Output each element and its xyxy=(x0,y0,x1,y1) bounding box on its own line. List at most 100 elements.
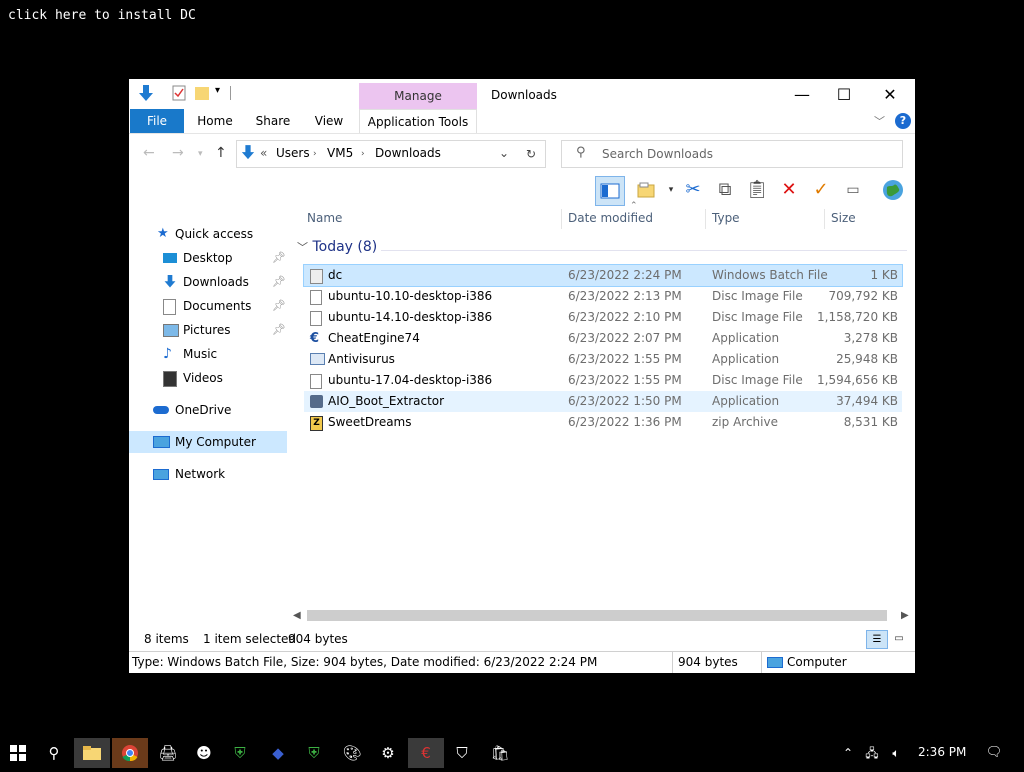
printer-app-icon[interactable]: 🖨︎ xyxy=(150,738,186,768)
up-arrow-icon[interactable]: ↑ xyxy=(215,145,227,161)
file-row-sweetdreams[interactable]: Z SweetDreams 6/23/2022 1:36 PM zip Arch… xyxy=(304,412,902,433)
maximize-button[interactable]: ☐ xyxy=(821,81,867,109)
tab-share[interactable]: Share xyxy=(253,109,293,133)
minimize-button[interactable]: — xyxy=(779,81,825,109)
desktop-install-hint[interactable]: click here to install DC xyxy=(8,8,196,23)
sidebar-item-videos[interactable]: Videos xyxy=(129,367,287,389)
file-explorer-icon[interactable] xyxy=(74,738,110,768)
search-icon[interactable]: ⚲ xyxy=(36,738,72,768)
paste-icon[interactable]: 📋︎ xyxy=(743,176,771,204)
file-size: 8,531 KB xyxy=(843,415,898,429)
pin-icon[interactable]: 📌︎ xyxy=(272,295,286,317)
computer-icon xyxy=(153,436,170,448)
globe-icon[interactable] xyxy=(879,176,907,204)
shield-icon[interactable]: ⛨ xyxy=(222,738,258,768)
gear-icon[interactable]: ⚙ xyxy=(370,738,406,768)
cheatengine-icon: € xyxy=(310,331,320,346)
collapse-chevron-icon[interactable]: ﹀ xyxy=(297,241,308,254)
notifications-icon[interactable]: 🗨︎ xyxy=(976,738,1012,768)
refresh-button[interactable]: ↻ xyxy=(517,140,546,168)
file-name: Antivisurus xyxy=(328,352,395,366)
store-bag-icon[interactable]: 🛍︎ xyxy=(482,738,518,768)
column-divider[interactable] xyxy=(824,209,825,229)
pin-icon[interactable]: 📌︎ xyxy=(272,271,286,293)
address-dropdown-chevron-icon[interactable]: ⌄ xyxy=(499,146,509,160)
breadcrumb-overflow[interactable]: « xyxy=(260,146,267,160)
file-row-cheatengine74[interactable]: € CheatEngine74 6/23/2022 2:07 PM Applic… xyxy=(304,328,902,349)
qat-divider xyxy=(230,86,231,100)
column-header-name[interactable]: Name xyxy=(307,211,342,225)
address-bar[interactable]: « Users › VM5 › Downloads ⌄ xyxy=(236,140,546,168)
close-button[interactable]: ✕ xyxy=(867,81,913,109)
tab-application-tools[interactable]: Application Tools xyxy=(359,109,477,134)
tab-file[interactable]: File xyxy=(130,109,184,133)
sidebar-item-label: My Computer xyxy=(175,435,256,449)
cut-icon[interactable]: ✂ xyxy=(679,176,707,204)
file-row-ubuntu-10-10[interactable]: ubuntu-10.10-desktop-i386 6/23/2022 2:13… xyxy=(304,286,902,307)
column-header-type[interactable]: Type xyxy=(712,211,740,225)
network-icon[interactable]: 🖧︎ xyxy=(860,738,884,768)
column-header-date-modified[interactable]: Date modified xyxy=(568,211,653,225)
virtualbox-icon[interactable]: ◆ xyxy=(260,738,296,768)
expand-ribbon-chevron-icon[interactable]: ﹀ xyxy=(874,113,885,129)
file-row-antivisurus[interactable]: Antivisurus 6/23/2022 1:55 PM Applicatio… xyxy=(304,349,902,370)
volume-icon[interactable]: 🔈︎ xyxy=(884,738,908,768)
sidebar-item-quick-access[interactable]: ★ Quick access xyxy=(129,223,287,245)
file-type: Application xyxy=(712,352,780,366)
forward-arrow-icon[interactable]: → xyxy=(172,145,184,161)
column-divider[interactable] xyxy=(705,209,706,229)
checkmark-icon[interactable]: ✓ xyxy=(807,176,835,204)
copy-icon[interactable]: ⧉ xyxy=(711,176,739,204)
new-folder-icon[interactable] xyxy=(195,85,209,101)
sidebar-item-desktop[interactable]: Desktop 📌︎ xyxy=(129,247,287,269)
clock[interactable]: 2:36 PM xyxy=(918,745,966,759)
scroll-left-arrow-icon[interactable]: ◀ xyxy=(293,607,301,624)
file-row-aio-boot-extractor[interactable]: AIO_Boot_Extractor 6/23/2022 1:50 PM App… xyxy=(304,391,902,412)
breadcrumb-vm5[interactable]: VM5 xyxy=(327,146,353,160)
group-divider xyxy=(381,250,907,251)
preview-pane-icon[interactable] xyxy=(595,176,625,206)
rename-icon[interactable]: ▭ xyxy=(839,176,867,204)
chrome-icon[interactable] xyxy=(112,738,148,768)
file-row-ubuntu-17-04[interactable]: ubuntu-17.04-desktop-i386 6/23/2022 1:55… xyxy=(304,370,902,391)
details-view-icon[interactable]: ☰ xyxy=(866,630,888,649)
scrollbar-thumb[interactable] xyxy=(307,610,887,621)
sidebar-item-music[interactable]: ♪ Music xyxy=(129,343,287,365)
pin-icon[interactable]: 📌︎ xyxy=(272,247,286,269)
sidebar-item-onedrive[interactable]: OneDrive xyxy=(129,399,287,421)
scroll-right-arrow-icon[interactable]: ▶ xyxy=(901,607,909,624)
tab-view[interactable]: View xyxy=(311,109,347,133)
sidebar-item-my-computer[interactable]: My Computer xyxy=(129,431,287,453)
large-icons-view-icon[interactable]: ▭ xyxy=(890,630,908,647)
manage-contextual-tab[interactable]: Manage xyxy=(359,83,477,109)
sidebar-item-documents[interactable]: Documents 📌︎ xyxy=(129,295,287,317)
paint-icon[interactable]: 🎨︎ xyxy=(334,738,370,768)
show-hidden-icons-chevron-icon[interactable]: ⌃ xyxy=(836,738,860,768)
shield-icon[interactable]: ⛨ xyxy=(296,738,332,768)
start-windows-icon[interactable] xyxy=(0,738,36,768)
column-divider[interactable] xyxy=(561,209,562,229)
tab-home[interactable]: Home xyxy=(195,109,235,133)
horizontal-scrollbar[interactable]: ◀ ▶ xyxy=(293,607,913,624)
sidebar-item-downloads[interactable]: Downloads 📌︎ xyxy=(129,271,287,293)
defender-shield-icon[interactable]: ⛉ xyxy=(444,738,480,768)
sidebar-item-pictures[interactable]: Pictures 📌︎ xyxy=(129,319,287,341)
search-input[interactable]: ⚲ Search Downloads xyxy=(561,140,903,168)
download-arrow-icon[interactable] xyxy=(138,85,154,103)
group-header[interactable]: ﹀ Today (8) xyxy=(297,239,377,255)
customize-qat-chevron-icon[interactable]: ▾ xyxy=(215,85,220,96)
sidebar-item-network[interactable]: Network xyxy=(129,463,287,485)
cheatengine-taskbar-icon[interactable]: € xyxy=(408,738,444,768)
user-app-icon[interactable]: ☻ xyxy=(186,738,222,768)
back-arrow-icon[interactable]: ← xyxy=(143,145,155,161)
help-icon[interactable]: ? xyxy=(895,113,911,129)
breadcrumb-users[interactable]: Users xyxy=(276,146,310,160)
column-header-size[interactable]: Size xyxy=(831,211,856,225)
delete-icon[interactable]: ✕ xyxy=(775,176,803,204)
file-row-dc[interactable]: dc 6/23/2022 2:24 PM Windows Batch File … xyxy=(303,264,903,287)
recent-locations-chevron-icon[interactable]: ▾ xyxy=(198,149,203,159)
file-row-ubuntu-14-10[interactable]: ubuntu-14.10-desktop-i386 6/23/2022 2:10… xyxy=(304,307,902,328)
pin-icon[interactable]: 📌︎ xyxy=(272,319,286,341)
breadcrumb-downloads[interactable]: Downloads xyxy=(375,146,441,160)
properties-icon[interactable] xyxy=(172,85,186,101)
